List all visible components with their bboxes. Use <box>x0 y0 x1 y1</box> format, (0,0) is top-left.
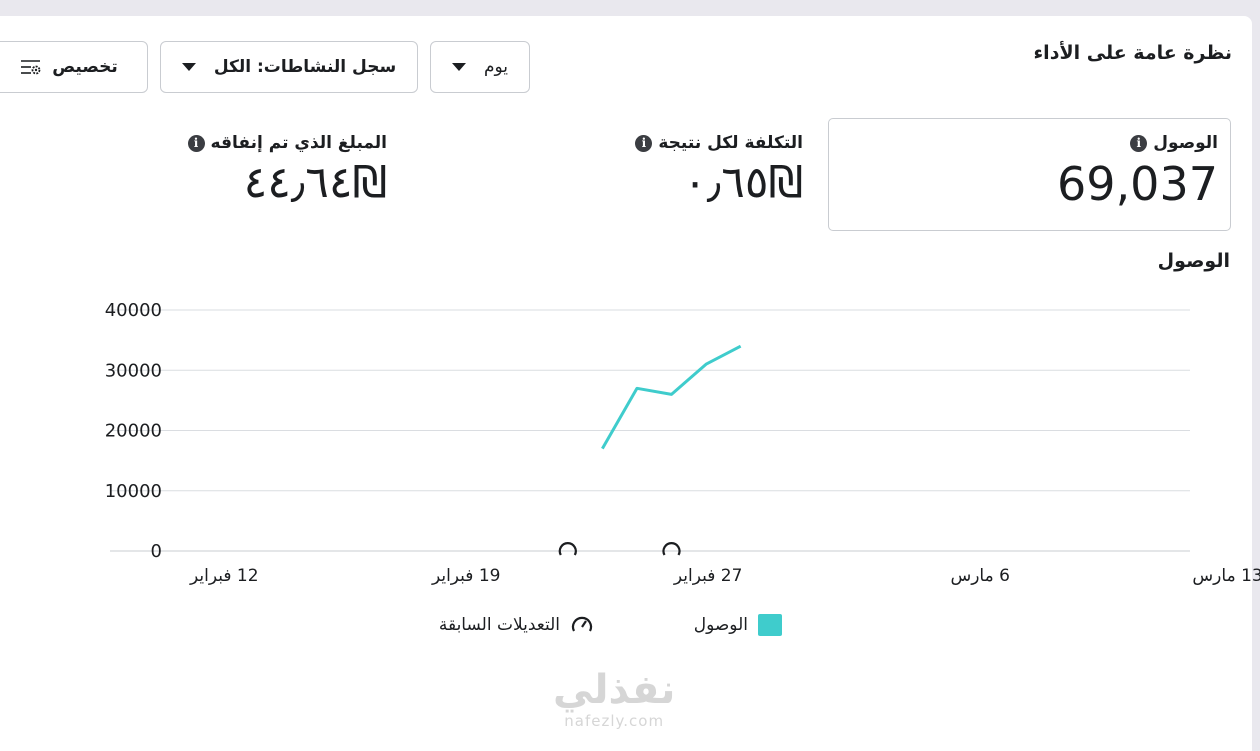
reach-line-chart: 40000 30000 20000 10000 0 12 فبراير 19 فبراير 2… <box>105 300 1260 586</box>
reach-metric-label: الوصول <box>1153 133 1218 153</box>
legend-reach-label: الوصول <box>693 615 748 635</box>
period-label: يوم <box>483 57 509 77</box>
y-tick-label: 10000 <box>105 481 162 502</box>
legend-reach[interactable]: الوصول <box>694 614 782 636</box>
y-tick-label: 40000 <box>105 300 162 321</box>
edit-marker-icon <box>558 542 577 556</box>
reach-metric-value: 69,037 <box>1057 157 1218 211</box>
x-tick-label: 19 فبراير <box>431 566 501 586</box>
customize-label: تخصيص <box>52 57 118 77</box>
x-tick-label: 12 فبراير <box>189 566 259 586</box>
x-tick-label: 6 مارس <box>950 566 1009 586</box>
watermark-latin: nafezly.com <box>564 712 665 730</box>
watermark: نفذلي nafezly.com <box>553 668 675 730</box>
series-line <box>601 344 742 450</box>
amount-spent-value: ٤٤٫٦٤₪ <box>243 157 387 208</box>
y-tick-label: 0 <box>151 541 162 562</box>
legend-previous-edits[interactable]: التعديلات السابقة <box>439 614 594 636</box>
page-title: نظرة عامة على الأداء <box>1033 42 1232 64</box>
period-dropdown[interactable]: يوم <box>430 41 530 93</box>
y-tick-label: 20000 <box>105 421 162 442</box>
caret-down-icon <box>181 63 196 71</box>
info-icon[interactable]: i <box>635 134 653 152</box>
legend-swatch <box>758 614 782 636</box>
amount-spent-metric[interactable]: المبلغ الذي تم إنفاقه i ٤٤٫٦٤₪ <box>187 133 387 208</box>
y-tick-label: 30000 <box>105 360 162 381</box>
settings-sliders-icon <box>21 60 41 75</box>
info-icon[interactable]: i <box>187 134 205 152</box>
gauge-icon <box>571 616 593 632</box>
chart-title: الوصول <box>1157 250 1230 272</box>
customize-button[interactable]: تخصيص <box>0 41 148 93</box>
activity-log-dropdown[interactable]: سجل النشاطات: الكل <box>160 41 418 93</box>
cost-per-result-label: التكلفة لكل نتيجة <box>658 133 803 153</box>
edit-marker-icon <box>662 542 681 556</box>
x-tick-label: 13 مارس <box>1192 566 1260 586</box>
cost-per-result-metric[interactable]: التكلفة لكل نتيجة i ٠٫٦٥₪ <box>635 133 803 208</box>
caret-down-icon <box>451 63 466 71</box>
x-tick-label: 27 فبراير <box>673 566 743 586</box>
reach-metric-card[interactable]: الوصول i 69,037 <box>828 118 1231 231</box>
cost-per-result-value: ٠٫٦٥₪ <box>683 157 803 208</box>
watermark-arabic: نفذلي <box>553 667 676 713</box>
info-icon[interactable]: i <box>1130 134 1148 152</box>
activity-log-label: سجل النشاطات: الكل <box>213 57 397 77</box>
legend-edits-label: التعديلات السابقة <box>438 615 560 635</box>
amount-spent-label: المبلغ الذي تم إنفاقه <box>210 133 387 153</box>
